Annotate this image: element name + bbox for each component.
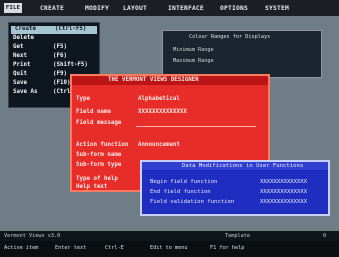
menu-options[interactable]: OPTIONS [220, 5, 248, 12]
status-counter: 0 [323, 233, 327, 239]
data-modifications-title-bar: Data Modifications in User Functions [142, 162, 328, 170]
menu-interface[interactable]: INTERFACE [168, 5, 204, 12]
status-hint-0: Active item [4, 245, 39, 251]
file-menu-selected-item[interactable]: Create (Ctrl-F5) [11, 26, 97, 34]
begin-field-function-label: Begin field function [150, 179, 218, 185]
menu-item-key: (Ctrl-F5) [55, 26, 87, 32]
status-mode: Template [225, 233, 250, 239]
type-label: Type [76, 96, 90, 102]
action-function-value[interactable]: Announcement [138, 142, 180, 148]
status-hint-1: Enter text [55, 245, 87, 251]
menu-item-get-key: (F5) [53, 44, 67, 50]
action-function-label: Action function [76, 142, 129, 148]
file-menu-logo[interactable]: FILE [4, 3, 22, 13]
data-modifications-title: Data Modifications in User Functions [182, 163, 304, 169]
field-message-label: Field message [76, 120, 122, 126]
menu-item-print-key: (Shift-F5) [53, 62, 88, 68]
menu-item-delete[interactable]: Delete [13, 35, 34, 41]
designer-title: THE VERMONT VIEWS DESIGNER [108, 77, 199, 83]
status-hint-4: F1 for help [210, 245, 245, 251]
designer-title-bar: THE VERMONT VIEWS DESIGNER [72, 76, 268, 85]
field-name-value[interactable]: XXXXXXXXXXXXXX [138, 109, 187, 115]
menu-item-next[interactable]: Next [13, 53, 27, 59]
field-name-label: Field name [76, 109, 111, 115]
maximum-range-field[interactable]: Maximum Range [173, 58, 214, 64]
field-message-line[interactable] [136, 126, 256, 127]
menu-item-save[interactable]: Save [13, 80, 27, 86]
data-modifications-window: Data Modifications in User Functions Beg… [140, 160, 330, 216]
type-value[interactable]: Alphabetical [138, 96, 180, 102]
menu-create[interactable]: CREATE [40, 5, 64, 12]
menu-item-next-key: (F6) [53, 53, 67, 59]
window-title: Colour Ranges for Displays [189, 34, 271, 40]
color-ranges-window: Colour Ranges for Displays Minimum Range… [162, 30, 322, 78]
sub-form-type-label: Sub-form type [76, 162, 122, 168]
menu-item-get[interactable]: Get [13, 44, 23, 50]
status-program-name: Vermont Views v3.0 [4, 233, 61, 239]
menu-bar: FILE CREATE MODIFY LAYOUT INTERFACE OPTI… [0, 0, 339, 16]
end-field-function-label: End field function [150, 189, 211, 195]
menu-layout[interactable]: LAYOUT [123, 5, 147, 12]
menu-system[interactable]: SYSTEM [265, 5, 289, 12]
field-validation-function-label: Field validation function [150, 199, 235, 205]
field-validation-function-value[interactable]: XXXXXXXXXXXXXX [260, 199, 307, 205]
type-of-help-label: Type of help [76, 176, 118, 182]
menu-item-quit-key: (F9) [53, 71, 67, 77]
menu-item-save-as[interactable]: Save As [13, 89, 37, 95]
help-text-label: Help text [76, 184, 108, 190]
begin-field-function-value[interactable]: XXXXXXXXXXXXXX [260, 179, 307, 185]
menu-modify[interactable]: MODIFY [85, 5, 109, 12]
status-line-1: Vermont Views v3.0 Template 0 [0, 231, 339, 241]
status-line-2: Active item Enter text Ctrl-E Edit to me… [0, 241, 339, 257]
status-hint-3: Edit to menu [150, 245, 188, 251]
end-field-function-value[interactable]: XXXXXXXXXXXXXX [260, 189, 307, 195]
menu-item-save-key: (F10) [53, 80, 71, 86]
status-hint-2: Ctrl-E [105, 245, 124, 251]
screen: FILE CREATE MODIFY LAYOUT INTERFACE OPTI… [0, 0, 339, 257]
menu-item-print[interactable]: Print [13, 62, 30, 68]
sub-form-name-label: Sub-form name [76, 152, 122, 158]
minimum-range-field[interactable]: Minimum Range [173, 47, 214, 53]
menu-item-label: Create [15, 26, 36, 32]
menu-item-quit[interactable]: Quit [13, 71, 27, 77]
